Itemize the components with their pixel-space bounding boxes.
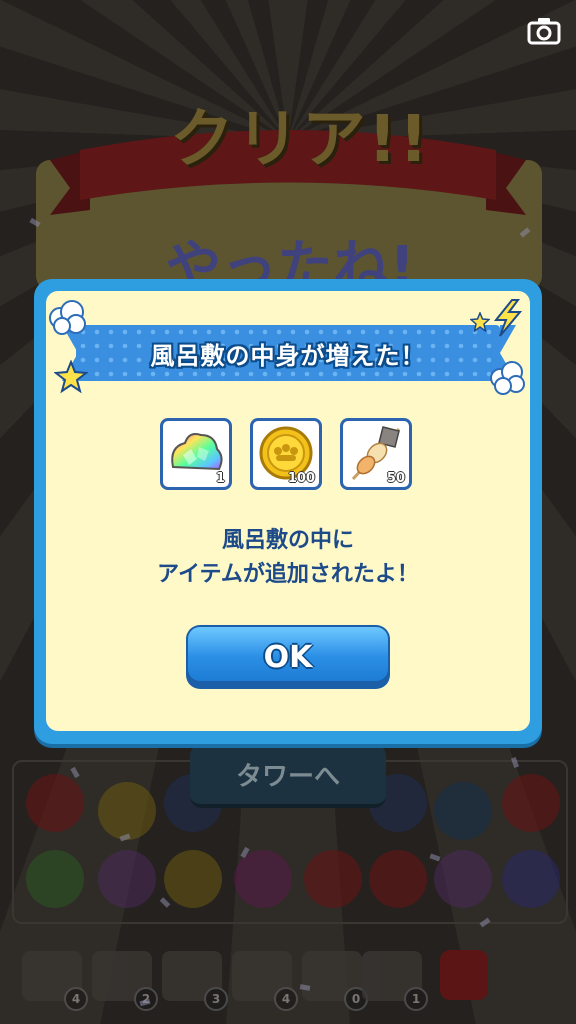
party-slot: 1 [362, 951, 428, 1011]
character-token [164, 850, 222, 908]
reward-item-gold-coin: 100 [250, 418, 322, 490]
cloud-puff-icon [490, 361, 525, 395]
item-count: 50 [386, 471, 405, 486]
character-token [369, 850, 427, 908]
party-slot: 3 [162, 951, 228, 1011]
ok-button[interactable]: OK [186, 625, 390, 689]
lightning-icon [493, 299, 523, 337]
star-icon [470, 312, 490, 332]
character-token [98, 782, 156, 840]
ok-button-label: OK [263, 639, 313, 675]
character-token [26, 774, 84, 832]
reward-item-oden-skewer: 50 [340, 418, 412, 490]
party-slot: 4 [232, 951, 298, 1011]
character-token [434, 850, 492, 908]
party-slot: 2 [92, 951, 158, 1011]
slot-count: 4 [64, 987, 88, 1011]
go-to-tower-button: タワーへ [190, 744, 386, 808]
go-to-tower-label: タワーへ [235, 761, 340, 792]
character-token [304, 850, 362, 908]
character-token [26, 850, 84, 908]
character-token [502, 774, 560, 832]
party-slot: 4 [22, 951, 88, 1011]
party-slot: 0 [302, 951, 368, 1011]
pause-button [440, 950, 488, 1000]
dialog-title: 風呂敷の中身が増えた！ [150, 341, 426, 370]
star-icon [54, 360, 88, 394]
slot-count: 3 [204, 987, 228, 1011]
slot-count: 1 [404, 987, 428, 1011]
character-token [234, 850, 292, 908]
item-count: 1 [215, 471, 225, 486]
camera-icon[interactable] [524, 14, 564, 48]
reward-message: 風呂敷の中に アイテムが追加されたよ！ [60, 524, 516, 592]
item-count: 100 [287, 471, 315, 486]
character-token [98, 850, 156, 908]
cloud-puff-icon [49, 300, 86, 335]
reward-message-line1: 風呂敷の中に [221, 528, 354, 553]
slot-count: 4 [274, 987, 298, 1011]
character-token [502, 850, 560, 908]
reward-message-line2: アイテムが追加されたよ！ [157, 562, 419, 587]
clear-banner-text: クリア!! [169, 103, 431, 177]
reward-item-rainbow-crystal: 1 [160, 418, 232, 490]
character-token [434, 782, 492, 840]
